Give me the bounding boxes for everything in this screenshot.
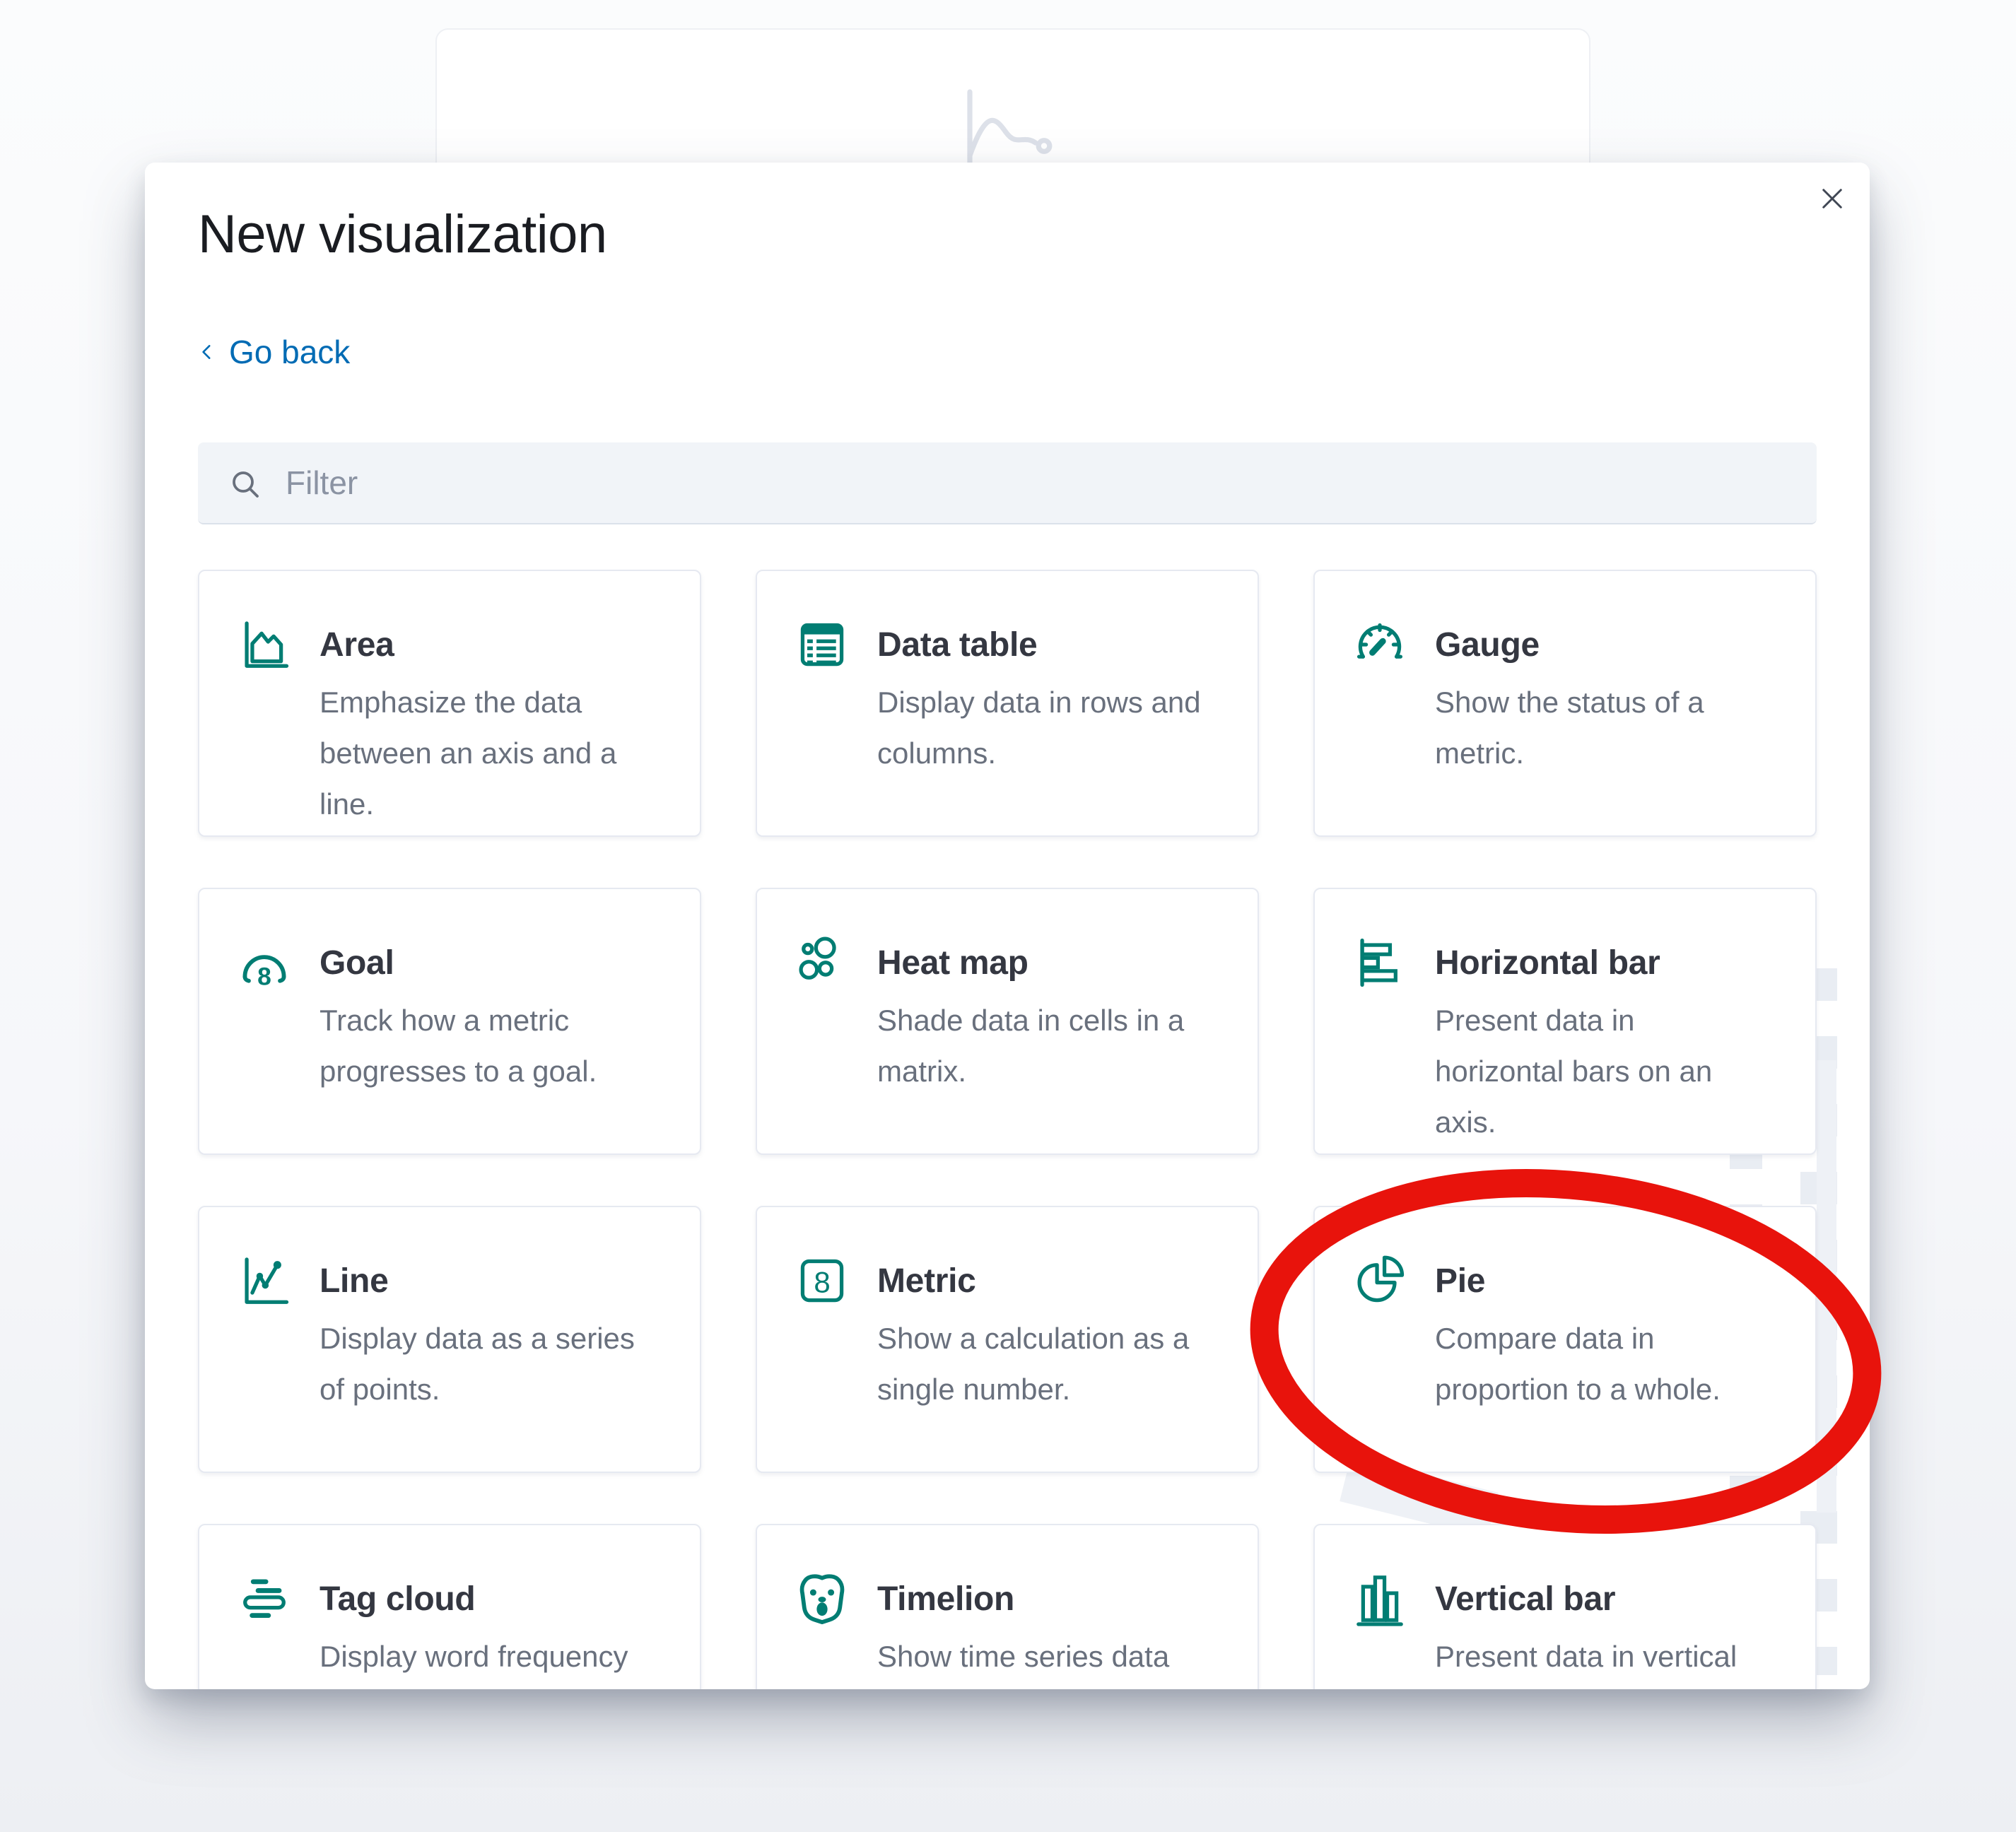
card-description: Display data in rows and columns. — [877, 677, 1206, 779]
vis-card-goal[interactable]: 8 Goal Track how a metric progresses to … — [198, 888, 701, 1155]
card-header: Timelion — [792, 1569, 1226, 1628]
data-table-icon — [792, 615, 852, 674]
vis-card-timelion[interactable]: Timelion Show time series data on a grap… — [756, 1524, 1259, 1689]
svg-text:8: 8 — [257, 963, 271, 991]
card-header: Gauge — [1350, 615, 1783, 674]
card-header: 8 Goal — [235, 933, 668, 992]
filter-input[interactable] — [198, 442, 1817, 523]
metric-icon: 8 — [792, 1251, 852, 1310]
card-description: Present data in vertical bars on an axis… — [1435, 1631, 1764, 1689]
card-header: Line — [235, 1251, 668, 1310]
card-header: Area — [235, 615, 668, 674]
go-back-label: Go back — [229, 332, 350, 372]
card-title: Goal — [320, 944, 394, 982]
line-chart-icon — [235, 1251, 294, 1310]
go-back-link[interactable]: Go back — [198, 332, 350, 372]
card-description: Show a calculation as a single number. — [877, 1313, 1206, 1415]
filter-field — [198, 442, 1817, 524]
close-button[interactable] — [1816, 182, 1848, 215]
vis-card-data-table[interactable]: Data table Display data in rows and colu… — [756, 570, 1259, 837]
card-header: Pie — [1350, 1251, 1783, 1310]
tag-cloud-icon — [235, 1569, 294, 1628]
card-description: Show time series data on a graph. — [877, 1631, 1206, 1689]
search-icon — [228, 466, 262, 500]
area-chart-icon — [235, 615, 294, 674]
card-title: Metric — [877, 1262, 976, 1300]
card-description: Display word frequency with font size. — [320, 1631, 648, 1689]
card-description: Present data in horizontal bars on an ax… — [1435, 995, 1764, 1148]
pie-chart-icon — [1350, 1251, 1410, 1310]
card-description: Emphasize the data between an axis and a… — [320, 677, 648, 830]
chevron-left-icon — [198, 338, 216, 366]
page-background: New visualization Go back — [0, 0, 2016, 1832]
card-title: Heat map — [877, 944, 1028, 982]
card-description: Track how a metric progresses to a goal. — [320, 995, 648, 1097]
svg-text:8: 8 — [814, 1266, 830, 1299]
timelion-icon — [792, 1569, 852, 1628]
goal-icon: 8 — [235, 933, 294, 992]
card-header: Vertical bar — [1350, 1569, 1783, 1628]
vis-card-metric[interactable]: 8 Metric Show a calculation as a single … — [756, 1206, 1259, 1473]
card-header: Horizontal bar — [1350, 933, 1783, 992]
vis-card-tag-cloud[interactable]: Tag cloud Display word frequency with fo… — [198, 1524, 701, 1689]
vis-card-area[interactable]: Area Emphasize the data between an axis … — [198, 570, 701, 837]
card-title: Data table — [877, 626, 1037, 664]
card-description: Display data as a series of points. — [320, 1313, 648, 1415]
horizontal-bar-icon — [1350, 933, 1410, 992]
heat-map-icon — [792, 933, 852, 992]
card-title: Horizontal bar — [1435, 944, 1660, 982]
new-visualization-dialog: New visualization Go back — [145, 163, 1870, 1689]
card-header: Tag cloud — [235, 1569, 668, 1628]
card-description: Show the status of a metric. — [1435, 677, 1764, 779]
card-title: Area — [320, 626, 394, 664]
vis-card-vertical-bar[interactable]: Vertical bar Present data in vertical ba… — [1313, 1524, 1817, 1689]
vis-card-pie[interactable]: Pie Compare data in proportion to a whol… — [1313, 1206, 1817, 1473]
card-title: Vertical bar — [1435, 1580, 1615, 1619]
card-header: 8 Metric — [792, 1251, 1226, 1310]
vis-card-horizontal-bar[interactable]: Horizontal bar Present data in horizonta… — [1313, 888, 1817, 1155]
card-title: Tag cloud — [320, 1580, 475, 1619]
card-title: Gauge — [1435, 626, 1540, 664]
dialog-title: New visualization — [198, 204, 1817, 265]
card-title: Pie — [1435, 1262, 1485, 1300]
card-description: Compare data in proportion to a whole. — [1435, 1313, 1764, 1415]
gauge-icon — [1350, 615, 1410, 674]
vertical-bar-icon — [1350, 1569, 1410, 1628]
visualization-grid: Area Emphasize the data between an axis … — [198, 570, 1817, 1689]
card-title: Timelion — [877, 1580, 1014, 1619]
card-header: Data table — [792, 615, 1226, 674]
watermark-bar — [1817, 1060, 1836, 1513]
faded-line-chart-icon — [961, 88, 1072, 172]
vis-card-gauge[interactable]: Gauge Show the status of a metric. — [1313, 570, 1817, 837]
close-icon — [1817, 184, 1847, 213]
card-description: Shade data in cells in a matrix. — [877, 995, 1206, 1097]
card-title: Line — [320, 1262, 388, 1300]
vis-card-heat-map[interactable]: Heat map Shade data in cells in a matrix… — [756, 888, 1259, 1155]
vis-card-line[interactable]: Line Display data as a series of points. — [198, 1206, 701, 1473]
card-header: Heat map — [792, 933, 1226, 992]
